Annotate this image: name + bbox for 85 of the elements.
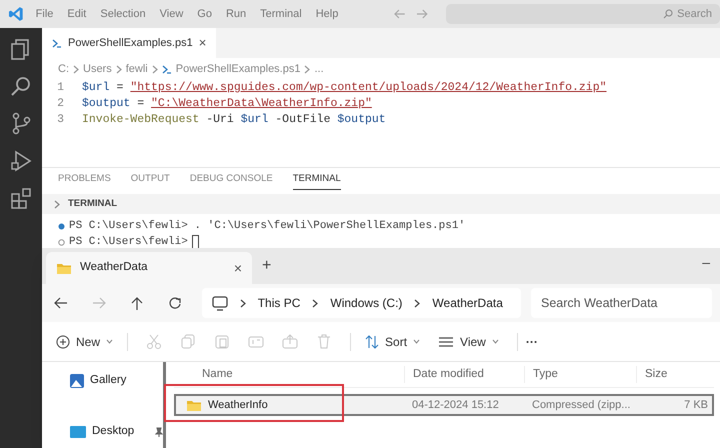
file-name: WeatherInfo xyxy=(208,398,268,413)
breadcrumb-item[interactable]: PowerShellExamples.ps1 xyxy=(176,60,300,78)
monitor-icon xyxy=(212,296,228,310)
back-arrow-icon[interactable] xyxy=(54,296,68,310)
view-button[interactable]: View xyxy=(438,332,499,350)
menu-item[interactable]: View xyxy=(160,6,184,22)
caret-icon xyxy=(106,339,114,344)
terminal-line: PS C:\Users\fewli> . 'C:\Users\fewli\PowerShellExamples.ps1' xyxy=(69,219,466,234)
line-number: 2 xyxy=(56,96,65,112)
breadcrumb-item[interactable]: ... xyxy=(314,60,324,78)
file-row[interactable]: WeatherInfo 04-12-2024 15:12 Compressed (zipp... 7 KB xyxy=(174,394,714,416)
type-cell-text: Compressed (zipp... xyxy=(531,398,632,413)
refresh-icon[interactable] xyxy=(168,296,182,310)
sort-arrows-icon xyxy=(365,334,380,348)
chevron-icon xyxy=(304,64,310,74)
panel-tab[interactable]: OUTPUT xyxy=(130,172,170,190)
new-button[interactable]: New xyxy=(56,332,128,350)
code-line: $output = "C:\WeatherData\WeatherInfo.zip" xyxy=(82,96,372,112)
menu-item[interactable]: Edit xyxy=(67,6,86,22)
date-cell-text: 04-12-2024 15:12 xyxy=(411,398,500,413)
sidebar-item[interactable]: Gallery xyxy=(70,372,163,390)
line-number: 1 xyxy=(56,80,65,96)
code-line: $url = "https://www.spguides.com/wp-content/uploads/2024/12/WeatherInfo.zip" xyxy=(82,80,607,96)
menu-item[interactable]: Run xyxy=(226,6,246,22)
folder-icon xyxy=(56,262,72,274)
breadcrumb-item[interactable]: Users xyxy=(83,60,112,78)
extensions-icon[interactable] xyxy=(10,186,32,209)
files-icon[interactable] xyxy=(10,38,32,61)
plus-circle-icon xyxy=(56,334,70,348)
close-button[interactable]: × xyxy=(234,258,242,278)
code-line: Invoke-WebRequest -Uri $url -OutFile $output xyxy=(82,112,386,128)
menu-item[interactable]: File xyxy=(36,6,54,22)
chevron-icon xyxy=(116,64,122,74)
panel-tab[interactable]: DEBUG CONSOLE xyxy=(190,172,273,190)
column-header[interactable]: Size xyxy=(636,366,714,384)
menu-item[interactable]: Help xyxy=(316,6,338,22)
new-tab-button[interactable]: + xyxy=(262,254,272,278)
menu-item[interactable]: Go xyxy=(197,6,212,22)
search-field[interactable]: Search WeatherData xyxy=(531,288,712,318)
run-icon[interactable] xyxy=(10,149,32,172)
minimize-button[interactable]: – xyxy=(702,252,710,273)
forward-arrow-icon[interactable] xyxy=(92,296,106,310)
image-icon xyxy=(70,374,84,388)
terminal-prompt-icon xyxy=(52,38,62,48)
zip-folder-icon xyxy=(186,398,202,412)
close-button[interactable]: × xyxy=(198,33,206,53)
breadcrumb-item[interactable]: C: xyxy=(58,60,69,78)
breadcrumb-item[interactable]: WeatherData xyxy=(432,294,503,312)
sidebar-item[interactable]: Desktop xyxy=(70,423,163,440)
desktop-icon xyxy=(70,426,86,438)
up-arrow-icon[interactable] xyxy=(130,296,144,310)
column-header[interactable]: Date modified xyxy=(404,366,524,384)
chevron-icon xyxy=(54,200,60,208)
sort-button[interactable]: Sort xyxy=(350,332,420,350)
caret-icon xyxy=(413,339,420,344)
section-header[interactable]: TERMINAL xyxy=(68,196,118,212)
folder-tab[interactable]: WeatherData × xyxy=(46,252,252,284)
terminal-line: PS C:\Users\fewli> xyxy=(69,235,188,250)
forward-arrow-icon[interactable] xyxy=(416,9,428,19)
chevron-icon xyxy=(414,298,420,308)
panel-tab[interactable]: PROBLEMS xyxy=(58,172,111,190)
chevron-icon xyxy=(312,298,318,308)
column-header[interactable]: Name xyxy=(174,366,404,384)
panel-tab[interactable]: TERMINAL xyxy=(292,172,341,190)
caret-icon xyxy=(492,339,499,344)
breadcrumb-item[interactable]: Windows (C:) xyxy=(330,294,402,312)
chevron-icon xyxy=(152,64,158,74)
menu-item[interactable]: Selection xyxy=(100,6,146,22)
chevron-icon xyxy=(240,298,246,308)
more-button[interactable]: ··· xyxy=(516,332,548,350)
breadcrumb-item[interactable]: fewli xyxy=(126,60,148,78)
app-logo-icon xyxy=(8,6,24,22)
address-bar[interactable]: This PC Windows (C:) WeatherData xyxy=(202,288,521,318)
size-cell-text: 7 KB xyxy=(683,398,709,413)
search-icon xyxy=(663,9,674,19)
branch-icon[interactable] xyxy=(10,112,32,135)
column-header[interactable]: Type xyxy=(524,366,636,384)
line-number: 3 xyxy=(56,112,65,128)
editor-tab[interactable]: PowerShellExamples.ps1 × xyxy=(42,28,216,58)
list-icon xyxy=(438,336,454,348)
breadcrumb-item[interactable]: This PC xyxy=(258,294,300,312)
menu-item[interactable]: Terminal xyxy=(260,6,302,22)
chevron-icon xyxy=(73,64,79,74)
search-icon[interactable] xyxy=(10,75,32,98)
terminal-prompt-icon xyxy=(162,64,172,74)
